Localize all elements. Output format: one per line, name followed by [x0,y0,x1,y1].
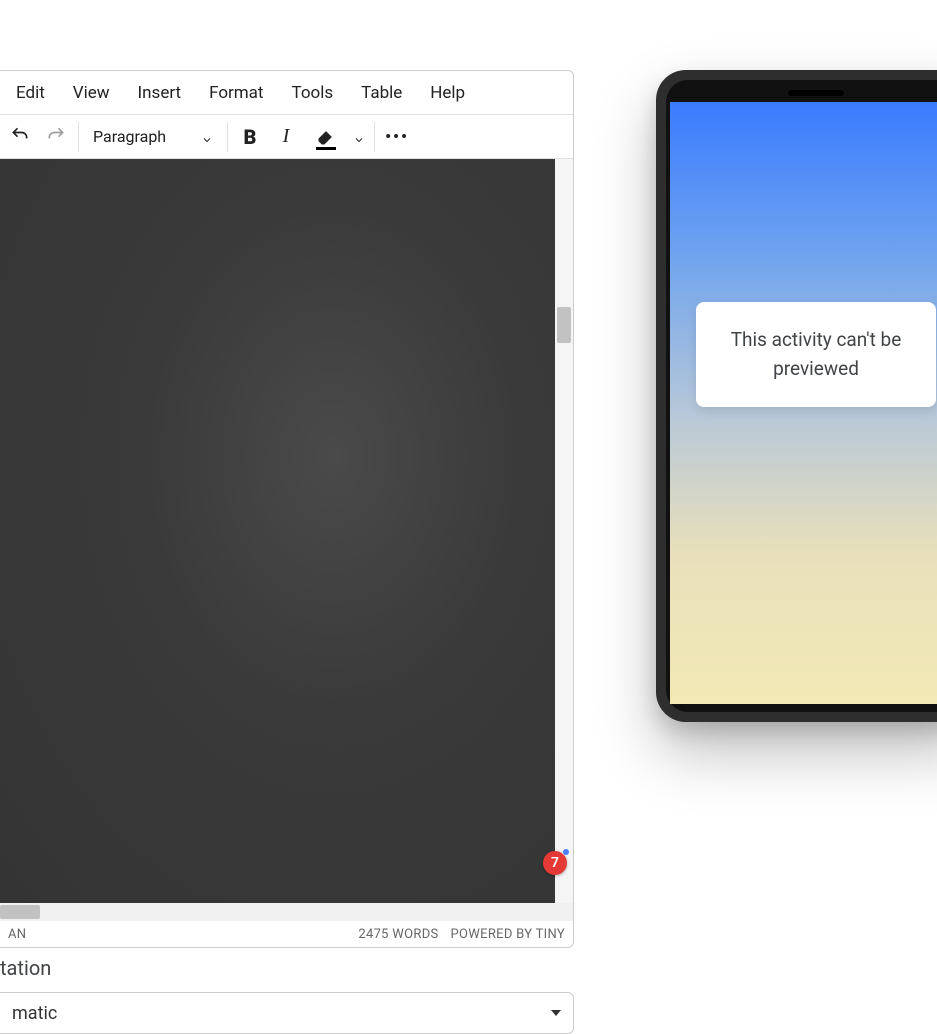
notification-badge[interactable]: 7 [543,851,567,875]
menu-help[interactable]: Help [416,77,479,109]
chevron-down-icon [201,131,213,143]
phone-mockup: This activity can't be previewed [656,70,937,722]
horizontal-scrollbar-thumb[interactable] [0,905,40,919]
italic-icon: I [283,125,290,148]
block-format-value: Paragraph [93,127,166,146]
menu-insert[interactable]: Insert [124,77,196,109]
italic-button[interactable]: I [268,119,304,155]
menu-view[interactable]: View [59,77,124,109]
redo-icon [46,125,66,149]
bold-icon: B [244,125,257,149]
undo-button[interactable] [2,119,38,155]
toolbar: Paragraph B I ••• [0,115,573,159]
preview-message-card: This activity can't be previewed [696,302,936,407]
text-color-dropdown[interactable] [348,119,370,155]
phone-speaker [788,90,844,96]
redo-button[interactable] [38,119,74,155]
caret-down-icon [551,1010,561,1016]
bold-button[interactable]: B [232,119,268,155]
horizontal-scrollbar[interactable] [0,903,573,921]
orientation-value: matic [12,1003,57,1024]
menu-edit[interactable]: Edit [2,77,59,109]
toolbar-separator [374,122,375,152]
toolbar-separator [227,122,228,152]
word-count[interactable]: 2475 WORDS [358,927,438,942]
toolbar-separator [78,122,79,152]
undo-icon [10,125,30,149]
vertical-scrollbar-thumb[interactable] [557,307,571,343]
rich-text-editor: Edit View Insert Format Tools Table Help… [0,70,574,948]
more-button[interactable]: ••• [379,119,415,155]
menu-tools[interactable]: Tools [278,77,348,109]
more-icon: ••• [385,127,409,146]
orientation-label: tation [0,956,51,980]
menu-table[interactable]: Table [347,77,416,109]
block-format-select[interactable]: Paragraph [83,119,223,155]
orientation-select[interactable]: matic [0,992,574,1034]
status-path: AN [8,927,26,942]
editor-content[interactable] [0,159,555,903]
phone-screen: This activity can't be previewed [670,102,937,704]
vertical-scrollbar[interactable] [555,159,573,903]
preview-message-text: This activity can't be previewed [731,328,902,380]
powered-by[interactable]: POWERED BY TINY [451,927,565,942]
statusbar: AN 2475 WORDS POWERED BY TINY [0,921,573,947]
highlighter-icon [316,127,336,147]
chevron-down-icon [353,131,365,143]
editor-body: 7 [0,159,573,903]
menubar: Edit View Insert Format Tools Table Help [0,71,573,115]
text-color-button[interactable] [304,119,348,155]
phone-bezel: This activity can't be previewed [666,80,937,712]
menu-format[interactable]: Format [195,77,277,109]
